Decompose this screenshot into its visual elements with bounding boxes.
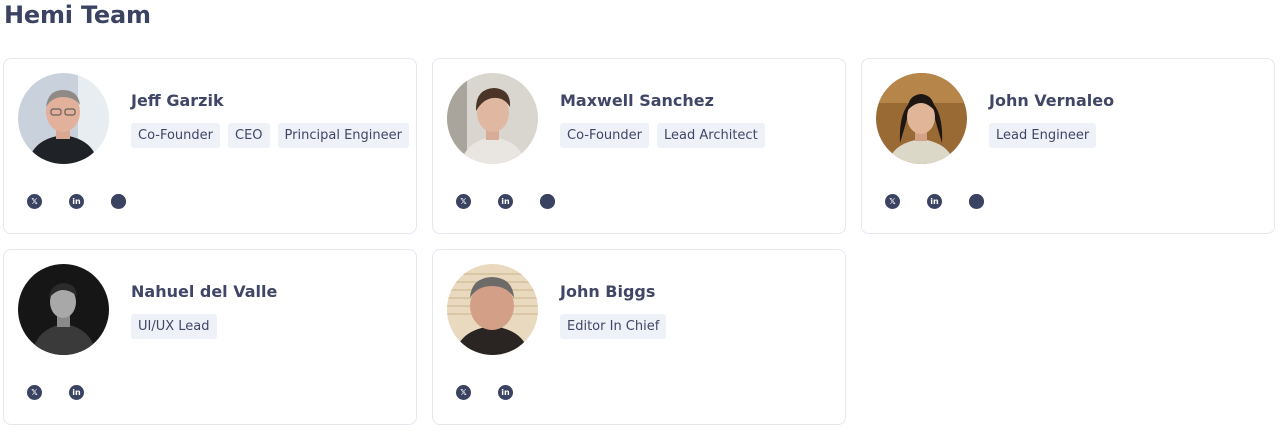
x-icon[interactable]: 𝕏 <box>456 385 471 400</box>
member-name: John Biggs <box>560 282 656 301</box>
x-icon[interactable]: 𝕏 <box>456 194 471 209</box>
role-tags: Co-Founder CEO Principal Engineer <box>131 123 409 148</box>
social-links: 𝕏 in <box>27 385 84 400</box>
team-page: Hemi Team Jeff Garzik Co-Founder CEO Pri… <box>0 0 1280 432</box>
member-name: Nahuel del Valle <box>131 282 278 301</box>
role-tags: UI/UX Lead <box>131 314 217 339</box>
github-icon[interactable] <box>540 194 555 209</box>
social-links: 𝕏 in <box>456 385 513 400</box>
linkedin-icon[interactable]: in <box>69 385 84 400</box>
role-tag: Principal Engineer <box>277 123 409 148</box>
member-name: Maxwell Sanchez <box>560 91 714 110</box>
social-links: 𝕏 in <box>27 194 126 209</box>
team-member-card: Nahuel del Valle UI/UX Lead 𝕏 in <box>3 249 417 425</box>
role-tags: Lead Engineer <box>989 123 1097 148</box>
linkedin-icon[interactable]: in <box>498 385 513 400</box>
member-name: Jeff Garzik <box>131 91 224 110</box>
role-tag: Editor In Chief <box>560 314 667 339</box>
role-tag: Lead Engineer <box>989 123 1097 148</box>
linkedin-icon[interactable]: in <box>927 194 942 209</box>
page-title: Hemi Team <box>4 1 151 29</box>
team-member-card: Maxwell Sanchez Co-Founder Lead Architec… <box>432 58 846 234</box>
x-icon[interactable]: 𝕏 <box>27 194 42 209</box>
social-links: 𝕏 in <box>885 194 984 209</box>
team-member-card: John Vernaleo Lead Engineer 𝕏 in <box>861 58 1275 234</box>
team-member-card: Jeff Garzik Co-Founder CEO Principal Eng… <box>3 58 417 234</box>
avatar <box>447 264 538 355</box>
x-icon[interactable]: 𝕏 <box>27 385 42 400</box>
role-tag: Lead Architect <box>657 123 765 148</box>
linkedin-icon[interactable]: in <box>498 194 513 209</box>
role-tag: Co-Founder <box>131 123 221 148</box>
role-tag: CEO <box>228 123 270 148</box>
role-tag: Co-Founder <box>560 123 650 148</box>
member-name: John Vernaleo <box>989 91 1115 110</box>
team-member-card: John Biggs Editor In Chief 𝕏 in <box>432 249 846 425</box>
avatar <box>18 264 109 355</box>
avatar <box>447 73 538 164</box>
avatar <box>876 73 967 164</box>
github-icon[interactable] <box>969 194 984 209</box>
role-tags: Co-Founder Lead Architect <box>560 123 765 148</box>
x-icon[interactable]: 𝕏 <box>885 194 900 209</box>
github-icon[interactable] <box>111 194 126 209</box>
avatar <box>18 73 109 164</box>
role-tag: UI/UX Lead <box>131 314 217 339</box>
linkedin-icon[interactable]: in <box>69 194 84 209</box>
social-links: 𝕏 in <box>456 194 555 209</box>
role-tags: Editor In Chief <box>560 314 667 339</box>
